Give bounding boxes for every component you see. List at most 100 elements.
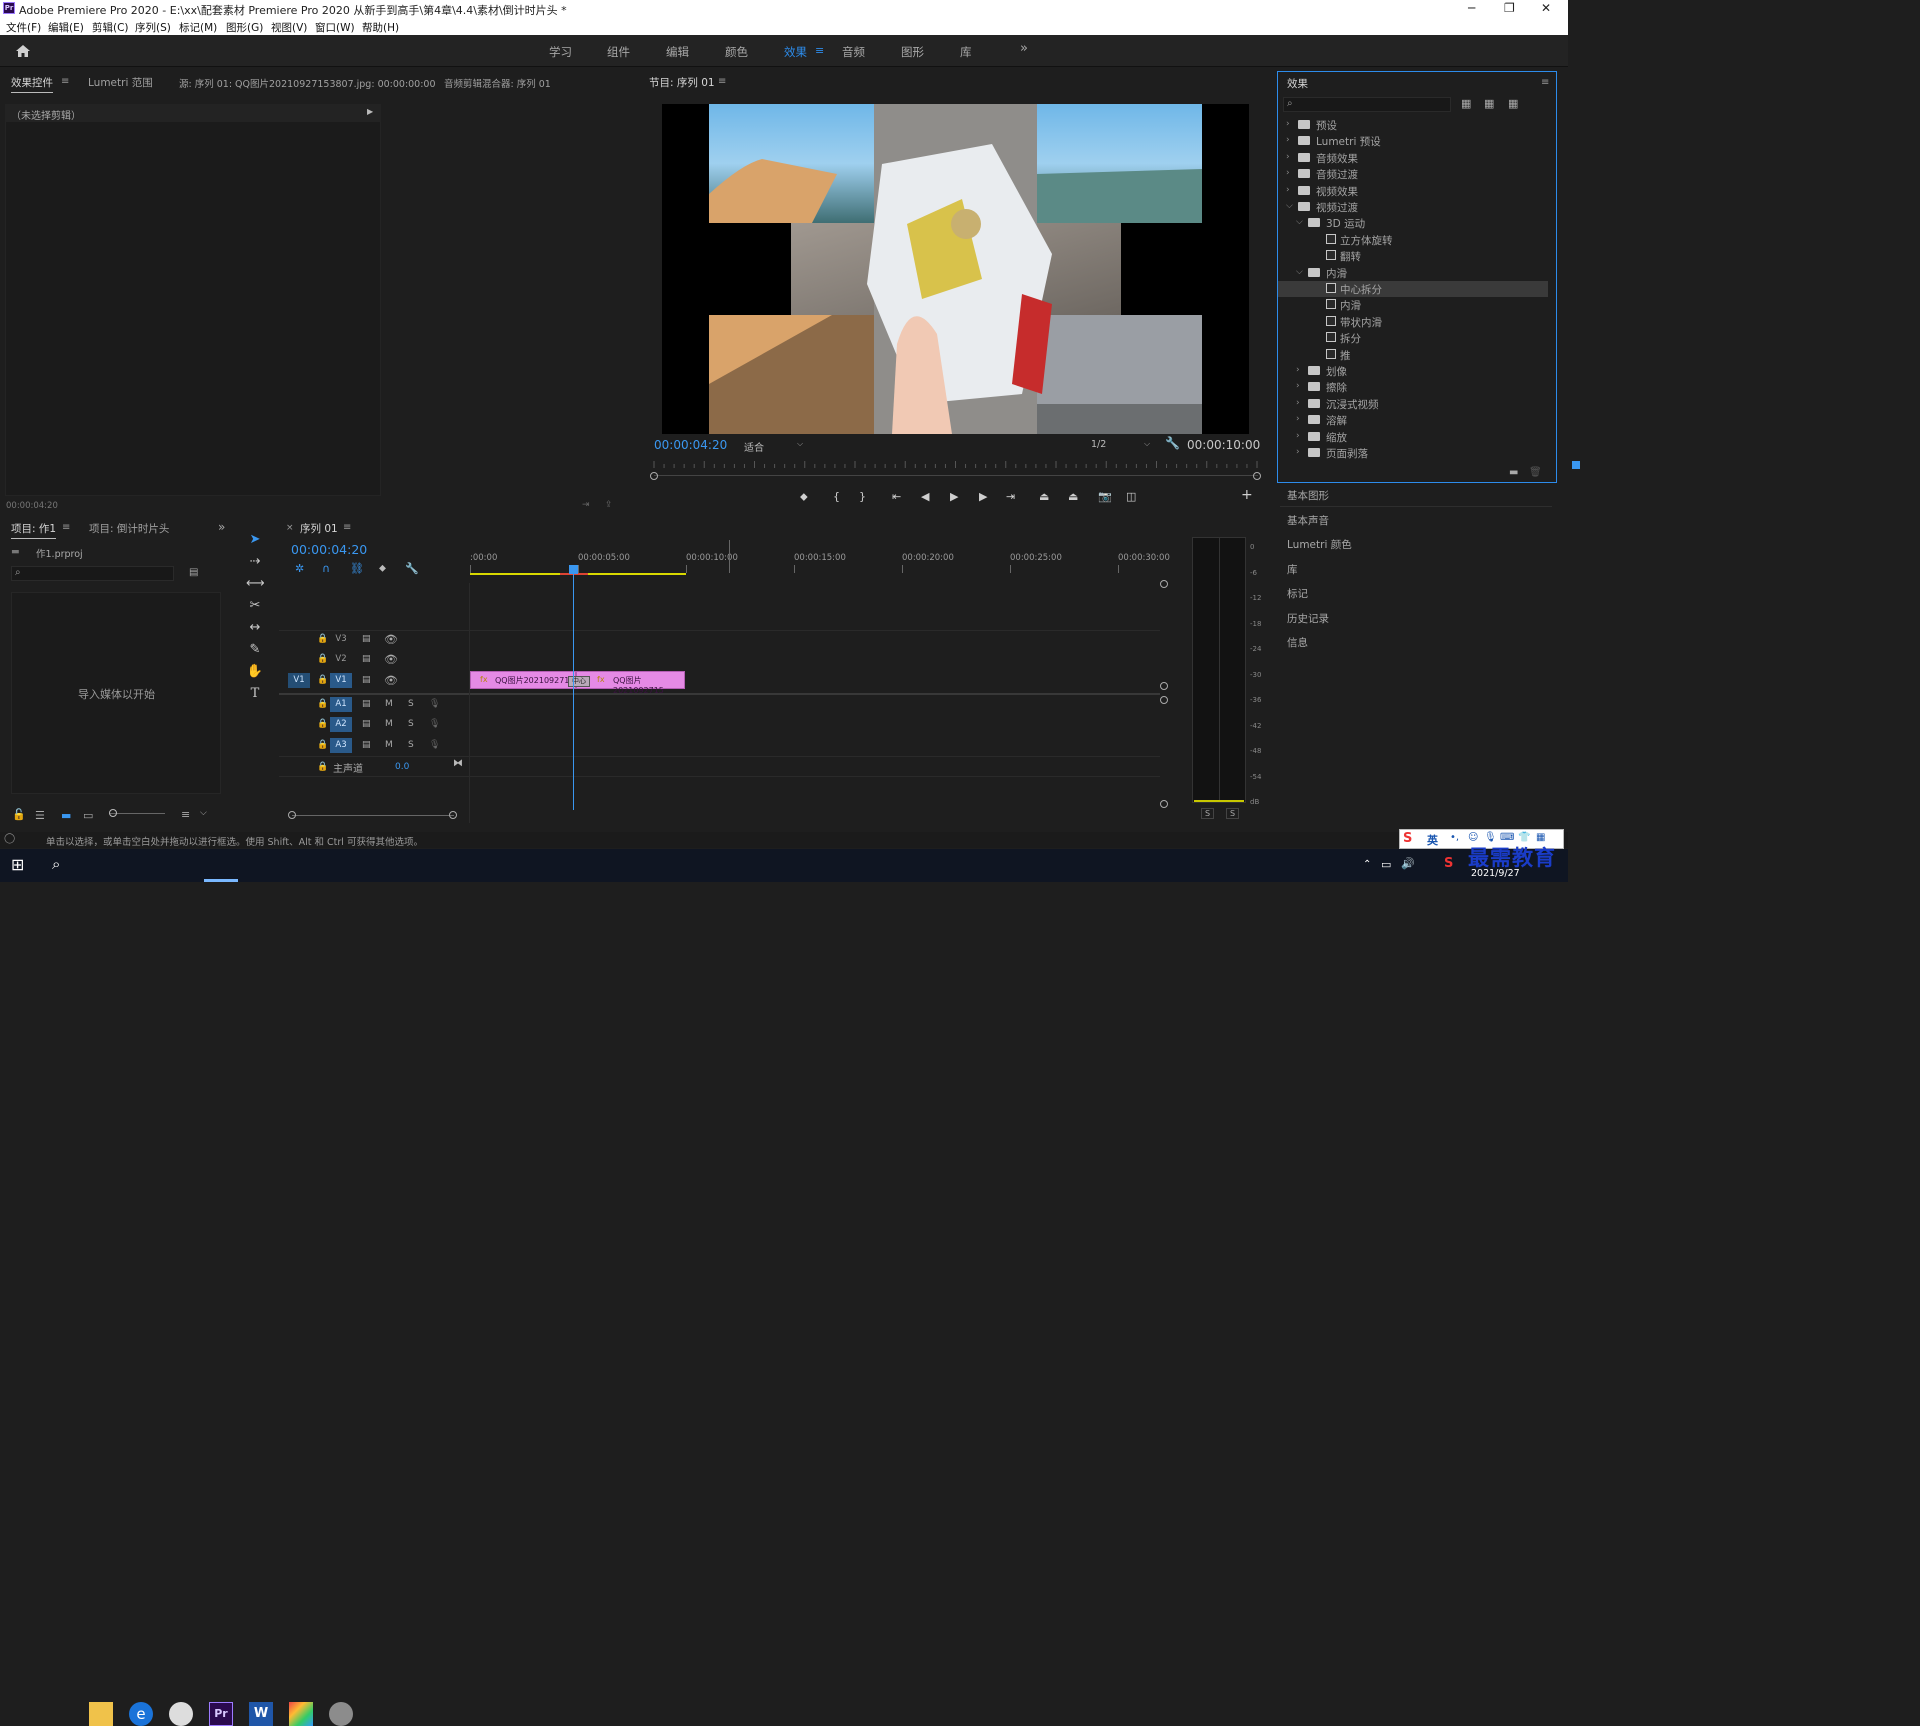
mute-button[interactable]: M [385, 699, 393, 709]
resolution-chevron-down-icon[interactable]: ⌵ [1144, 439, 1150, 449]
button-editor-plus-icon[interactable]: + [1241, 487, 1253, 503]
zoom-handle-left[interactable] [288, 811, 296, 819]
filter-icon[interactable]: ⇥ [582, 500, 590, 510]
selection-tool-icon[interactable]: ➤ [246, 532, 264, 550]
panel-menu-icon[interactable]: ≡ [1541, 77, 1549, 88]
program-playhead[interactable] [1571, 461, 1580, 469]
program-ruler[interactable] [652, 460, 1262, 470]
go-to-out-icon[interactable]: ⇥ [1006, 490, 1015, 503]
effects-search-input[interactable]: ⌕ [1283, 97, 1451, 112]
menu-clip[interactable]: 剪辑(C) [92, 20, 129, 35]
yuv-effects-icon[interactable]: ▦ [1508, 97, 1518, 110]
sync-lock-icon[interactable]: ▤ [362, 675, 371, 685]
chevron-down-icon[interactable]: ⌵ [1296, 217, 1303, 227]
volume-icon[interactable]: 🔊 [1401, 857, 1415, 870]
chevron-right-icon[interactable]: › [1286, 168, 1290, 178]
track-target-v2[interactable]: V2 [330, 652, 352, 667]
tab-effect-controls[interactable]: 效果控件 [11, 75, 53, 93]
ime-language-toggle[interactable]: 英 [1427, 832, 1438, 848]
track-lock-icon[interactable]: 🔒 [317, 699, 328, 709]
step-forward-icon[interactable]: ▶ [979, 490, 987, 503]
fit-select[interactable]: 适合 [744, 439, 764, 454]
windows-start-icon[interactable]: ⊞ [11, 855, 24, 874]
menu-sequence[interactable]: 序列(S) [135, 20, 171, 35]
icon-view-icon[interactable]: ▬ [61, 809, 71, 822]
panel-overflow-icon[interactable]: » [218, 520, 225, 534]
chevron-right-icon[interactable]: › [1296, 381, 1300, 391]
track-select-tool-icon[interactable]: ⇢ [246, 554, 264, 572]
mark-in-icon[interactable]: { [833, 490, 840, 503]
section-history[interactable]: 历史记录 [1287, 611, 1329, 626]
tab-project-countdown[interactable]: 项目: 倒计时片头 [89, 521, 169, 536]
eye-icon[interactable]: 👁 [384, 633, 398, 646]
section-markers[interactable]: 标记 [1287, 586, 1308, 601]
eye-icon[interactable]: 👁 [384, 674, 398, 687]
program-timecode[interactable]: 00:00:04:20 [654, 438, 727, 452]
zoom-scrollbar[interactable] [654, 475, 1258, 476]
edge-browser-icon[interactable]: e [129, 1702, 153, 1726]
panel-menu-icon[interactable]: ≡ [718, 76, 726, 87]
section-essential-graphics[interactable]: 基本图形 [1287, 488, 1329, 503]
new-search-bin-icon[interactable]: ▤ [189, 567, 198, 578]
workspace-learning[interactable]: 学习 [549, 44, 572, 60]
panel-menu-icon[interactable]: ≡ [61, 76, 69, 87]
tray-chevron-up-icon[interactable]: ⌃ [1363, 859, 1371, 870]
section-info[interactable]: 信息 [1287, 635, 1308, 650]
hand-tool-icon[interactable]: ✋ [246, 664, 264, 682]
chevron-right-icon[interactable]: › [1286, 119, 1290, 129]
video-clip[interactable]: fx QQ图片2021092715 [470, 671, 576, 689]
close-tab-icon[interactable]: × [286, 523, 294, 533]
v-scroll-handle[interactable] [1160, 696, 1168, 704]
effects-tree-item[interactable]: 带状内滑 [1278, 314, 1548, 330]
close-button[interactable]: ✕ [1541, 1, 1551, 15]
export-icon[interactable]: ⇪ [605, 500, 613, 510]
v-scroll-handle[interactable] [1160, 682, 1168, 690]
chevron-right-icon[interactable]: › [1296, 431, 1300, 441]
workspace-graphics[interactable]: 图形 [901, 44, 924, 60]
wrench-icon[interactable]: 🔧 [1165, 436, 1180, 450]
workspace-editing[interactable]: 编辑 [666, 44, 689, 60]
solo-button[interactable]: S [408, 699, 414, 709]
effects-tree-item[interactable]: ⌵ 3D 运动 [1278, 215, 1548, 231]
effects-tree-item[interactable]: › 视频效果 [1278, 183, 1548, 199]
program-video-frame[interactable] [662, 104, 1249, 434]
freeform-view-icon[interactable]: ▭ [83, 809, 93, 822]
section-libraries[interactable]: 库 [1287, 562, 1298, 577]
effects-tree-item[interactable]: 拆分 [1278, 330, 1548, 346]
track-target-a2[interactable]: A2 [330, 717, 352, 732]
effects-tree-item[interactable]: › 预设 [1278, 117, 1548, 133]
timeline-zoom-scrollbar[interactable] [292, 815, 454, 816]
ime-punctuation-icon[interactable]: •, [1450, 832, 1459, 843]
user-avatar-icon[interactable] [329, 1702, 353, 1726]
effects-tree-item[interactable]: 立方体旋转 [1278, 232, 1548, 248]
mute-button[interactable]: M [385, 719, 393, 729]
effects-tree-item[interactable]: › 擦除 [1278, 379, 1548, 395]
solo-button[interactable]: S [408, 740, 414, 750]
menu-file[interactable]: 文件(F) [6, 20, 41, 35]
track-target-v3[interactable]: V3 [330, 632, 352, 647]
expand-triangle-icon[interactable]: ▶ [367, 107, 373, 116]
sync-lock-icon[interactable]: ▤ [362, 634, 371, 644]
master-lock-icon[interactable]: 🔒 [317, 762, 328, 772]
menu-marker[interactable]: 标记(M) [179, 20, 217, 35]
effects-tree-item[interactable]: › 音频效果 [1278, 150, 1548, 166]
go-to-in-icon[interactable]: ⇤ [892, 490, 901, 503]
slip-tool-icon[interactable]: ↔ [246, 620, 264, 638]
step-back-icon[interactable]: ◀ [921, 490, 929, 503]
menu-edit[interactable]: 编辑(E) [48, 20, 84, 35]
program-monitor-title[interactable]: 节目: 序列 01 [649, 75, 715, 90]
effects-tree-item[interactable]: › 沉浸式视频 [1278, 396, 1548, 412]
v-scroll-bottom-handle[interactable] [1160, 800, 1168, 808]
file-explorer-icon[interactable] [89, 1702, 113, 1726]
chevron-right-icon[interactable]: › [1296, 398, 1300, 408]
taskbar-search-icon[interactable]: ⌕ [52, 855, 60, 873]
new-bin-icon[interactable]: ▬ [1509, 467, 1518, 478]
app-grid-icon[interactable] [289, 1702, 313, 1726]
workspace-effects[interactable]: 效果 [784, 44, 807, 60]
timeline-settings-wrench-icon[interactable]: 🔧 [405, 562, 419, 575]
32bit-effects-icon[interactable]: ▦ [1484, 97, 1494, 110]
panel-menu-icon[interactable]: ≡ [343, 522, 351, 533]
lift-icon[interactable]: ⏏ [1039, 490, 1049, 503]
effects-tree-item[interactable]: › 缩放 [1278, 429, 1548, 445]
fit-chevron-down-icon[interactable]: ⌵ [797, 439, 803, 449]
